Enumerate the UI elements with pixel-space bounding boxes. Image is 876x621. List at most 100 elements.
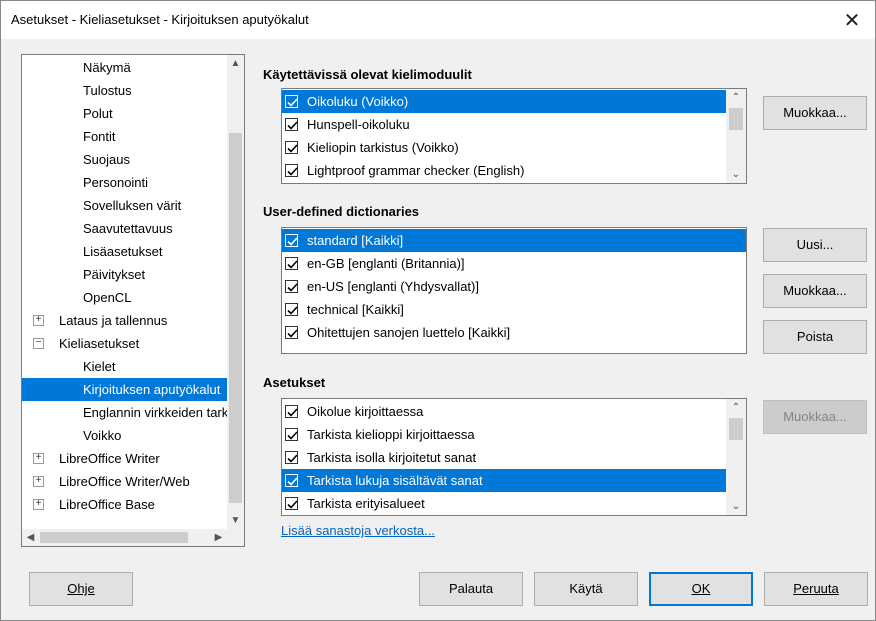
tree-item[interactable]: OpenCL (22, 286, 227, 309)
checkbox[interactable] (285, 234, 298, 247)
options-edit-button[interactable]: Muokkaa... (763, 400, 867, 434)
scroll-up-icon[interactable]: ⌃ (726, 89, 746, 106)
list-item[interactable]: Lightproof grammar checker (English) (282, 159, 726, 182)
list-item[interactable]: en-US [englanti (Yhdysvallat)] (282, 275, 746, 298)
expand-icon[interactable]: + (33, 315, 44, 326)
list-item-label: Tarkista erityisalueet (307, 496, 425, 511)
checkbox[interactable] (285, 303, 298, 316)
expand-icon[interactable]: + (33, 499, 44, 510)
tree-item-label: Kielet (83, 359, 116, 374)
tree-item[interactable]: + LibreOffice Base (22, 493, 227, 516)
close-icon[interactable]: ✕ (829, 1, 875, 39)
tree-item[interactable]: Saavutettavuus (22, 217, 227, 240)
scroll-thumb[interactable] (729, 108, 743, 130)
tree-item-label: LibreOffice Base (59, 497, 155, 512)
tree-item[interactable]: + Lataus ja tallennus (22, 309, 227, 332)
expand-icon[interactable]: + (33, 453, 44, 464)
collapse-icon[interactable]: − (33, 338, 44, 349)
scroll-right-icon[interactable]: ▶ (210, 529, 227, 546)
list-item[interactable]: Hunspell-oikoluku (282, 113, 726, 136)
tree-item-label: Polut (83, 106, 113, 121)
checkbox[interactable] (285, 405, 298, 418)
checkbox[interactable] (285, 257, 298, 270)
tree-item[interactable]: Voikko (22, 424, 227, 447)
list-item[interactable]: Ohitettujen sanojen luettelo [Kaikki] (282, 321, 746, 344)
list-item[interactable]: Tarkista isolla kirjoitetut sanat (282, 446, 726, 469)
checkbox[interactable] (285, 95, 298, 108)
options-scrollbar[interactable]: ⌃ ⌄ (726, 399, 746, 515)
list-item[interactable]: standard [Kaikki] (282, 229, 746, 252)
checkbox[interactable] (285, 497, 298, 510)
dictionaries-list[interactable]: Ohitettujen sanojen luettelo [Kaikki] tec… (281, 227, 747, 354)
tree-vertical-scrollbar[interactable]: ▲ ▼ (227, 55, 244, 529)
modules-list[interactable]: Lightproof grammar checker (English) Kiel… (281, 88, 747, 184)
options-tree[interactable]: Näkymä Tulostus Polut Fontit Suojaus Personoi… (21, 54, 245, 547)
help-label: Ohje (67, 581, 95, 596)
window-title: Asetukset - Kieliasetukset - Kirjoitukse… (11, 12, 309, 27)
dictionary-edit-button[interactable]: Muokkaa... (763, 274, 867, 308)
options-list[interactable]: Tarkista erityisalueet Tarkista lukuja si… (281, 398, 747, 516)
tree-item[interactable]: + LibreOffice Writer/Web (22, 470, 227, 493)
apply-button[interactable]: Käytä (534, 572, 638, 606)
checkbox[interactable] (285, 164, 298, 177)
list-item-label: Oikoluku (Voikko) (307, 94, 409, 109)
tree-item[interactable]: Fontit (22, 125, 227, 148)
checkbox[interactable] (285, 326, 298, 339)
dictionary-new-button[interactable]: Uusi... (763, 228, 867, 262)
tree-item[interactable]: Tulostus (22, 79, 227, 102)
help-button[interactable]: Ohje (29, 572, 133, 606)
modules-scrollbar[interactable]: ⌃ ⌄ (726, 89, 746, 183)
checkbox[interactable] (285, 141, 298, 154)
tree-item-label: LibreOffice Writer (59, 451, 160, 466)
tree-item[interactable]: Näkymä (22, 56, 227, 79)
list-item[interactable]: Tarkista lukuja sisältävät sanat (282, 469, 726, 492)
scroll-thumb[interactable] (729, 418, 743, 440)
scroll-left-icon[interactable]: ◀ (22, 529, 39, 546)
list-item[interactable]: Tarkista kielioppi kirjoittaessa (282, 423, 726, 446)
tree-item[interactable]: Polut (22, 102, 227, 125)
list-item[interactable]: en-GB [englanti (Britannia)] (282, 252, 746, 275)
list-item[interactable]: Oikolue kirjoittaessa (282, 400, 726, 423)
checkmark-icon (287, 329, 298, 338)
tree-item[interactable]: Kielet (22, 355, 227, 378)
tree-item[interactable]: Päivitykset (22, 263, 227, 286)
tree-item[interactable]: − Kieliasetukset (22, 332, 227, 355)
scroll-thumb-horizontal[interactable] (40, 532, 188, 543)
checkbox[interactable] (285, 118, 298, 131)
scroll-thumb[interactable] (229, 133, 242, 503)
scroll-up-icon[interactable]: ▲ (227, 55, 244, 72)
checkmark-icon (287, 98, 298, 107)
ok-button[interactable]: OK (649, 572, 753, 606)
tree-item-label: Päivitykset (83, 267, 146, 282)
checkbox[interactable] (285, 428, 298, 441)
tree-item[interactable]: Englannin virkkeiden tarkistus (22, 401, 227, 424)
tree-item[interactable]: Personointi (22, 171, 227, 194)
tree-item[interactable]: + LibreOffice Writer (22, 447, 227, 470)
expand-icon[interactable]: + (33, 476, 44, 487)
dictionary-delete-button[interactable]: Poista (763, 320, 867, 354)
list-item[interactable]: technical [Kaikki] (282, 298, 746, 321)
checkbox[interactable] (285, 474, 298, 487)
tree-item[interactable]: Kirjoituksen aputyökalut (22, 378, 227, 401)
options-dialog: Asetukset - Kieliasetukset - Kirjoitukse… (0, 0, 876, 621)
reset-button[interactable]: Palauta (419, 572, 523, 606)
more-dictionaries-link[interactable]: Lisää sanastoja verkosta... (281, 523, 435, 538)
scroll-up-icon[interactable]: ⌃ (726, 399, 746, 416)
cancel-button[interactable]: Peruuta (764, 572, 868, 606)
checkmark-icon (287, 500, 298, 509)
list-item[interactable]: Tarkista erityisalueet (282, 492, 726, 515)
checkbox[interactable] (285, 451, 298, 464)
tree-item[interactable]: Sovelluksen värit (22, 194, 227, 217)
scroll-down-icon[interactable]: ⌄ (726, 166, 746, 183)
scroll-down-icon[interactable]: ⌄ (726, 498, 746, 515)
checkbox[interactable] (285, 280, 298, 293)
list-item[interactable]: Oikoluku (Voikko) (282, 90, 726, 113)
tree-item[interactable]: Lisäasetukset (22, 240, 227, 263)
checkmark-icon (287, 283, 298, 292)
tree-horizontal-scrollbar[interactable]: ◀ ▶ (22, 529, 227, 546)
tree-item[interactable]: Suojaus (22, 148, 227, 171)
list-item[interactable]: Kieliopin tarkistus (Voikko) (282, 136, 726, 159)
modules-edit-button[interactable]: Muokkaa... (763, 96, 867, 130)
tree-item-label: Lataus ja tallennus (59, 313, 168, 328)
scroll-down-icon[interactable]: ▼ (227, 512, 244, 529)
